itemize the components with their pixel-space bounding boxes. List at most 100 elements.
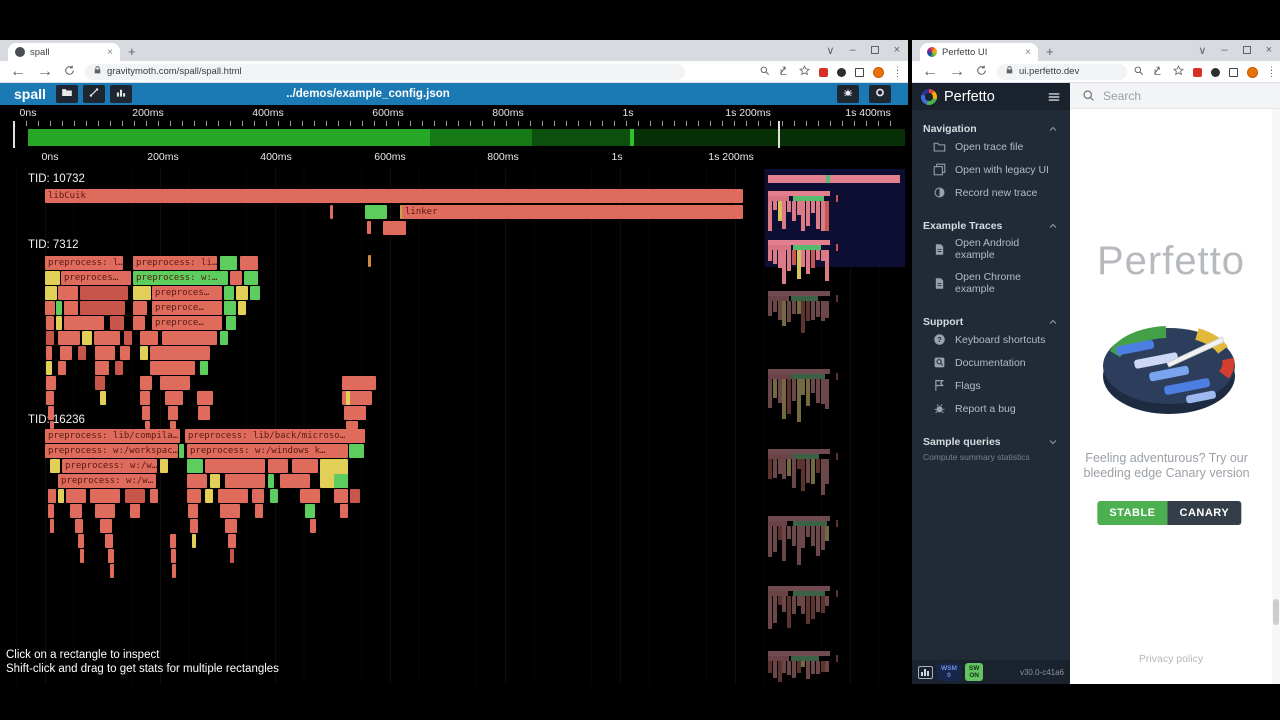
sidebar-item-open-chrome-example[interactable]: Open Chrome example — [923, 266, 1059, 300]
flame-bar[interactable] — [228, 534, 236, 548]
section-header[interactable]: Example Traces — [923, 220, 1059, 232]
flame-bar[interactable] — [124, 331, 132, 345]
flame-bar[interactable] — [344, 406, 366, 420]
maximize-icon[interactable] — [871, 46, 879, 54]
timeline-ruler-zoomed[interactable]: 0ns200ms400ms600ms800ms1s1s 200ms — [0, 151, 908, 165]
flame-bar[interactable] — [197, 391, 213, 405]
flame-bar[interactable] — [346, 391, 350, 405]
forward-icon[interactable]: → — [949, 63, 965, 81]
flame-bar[interactable] — [187, 489, 201, 503]
flame-bar[interactable] — [268, 474, 274, 488]
flame-bar[interactable] — [64, 316, 104, 330]
flame-bar[interactable] — [100, 391, 106, 405]
flame-bar[interactable] — [50, 421, 54, 429]
flame-bar[interactable] — [162, 331, 217, 345]
flame-bar[interactable] — [46, 361, 52, 375]
close-icon[interactable]: × — [1266, 44, 1272, 56]
flame-bar[interactable] — [330, 205, 333, 219]
flame-bar[interactable] — [140, 331, 158, 345]
sidebar-item-open-with-legacy-ui[interactable]: Open with legacy UI — [923, 158, 1059, 181]
flame-bar-preprocess-lib-compila[interactable]: preprocess: lib/compila… — [45, 429, 180, 443]
sidebar-item-flags[interactable]: Flags — [923, 374, 1059, 397]
flame-bar-preprocess-w-w[interactable]: preprocess: w:/w… — [58, 474, 156, 488]
flame-bar[interactable] — [218, 489, 248, 503]
flame-bar[interactable] — [205, 489, 213, 503]
sidebar-item-documentation[interactable]: Documentation — [923, 351, 1059, 374]
sidebar-item-report-a-bug[interactable]: Report a bug — [923, 397, 1059, 420]
new-tab-button[interactable]: + — [128, 44, 136, 59]
forward-icon[interactable]: → — [37, 63, 53, 81]
flame-bar[interactable] — [95, 376, 105, 390]
privacy-policy-link[interactable]: Privacy policy — [1070, 653, 1272, 665]
flame-bar[interactable] — [240, 256, 258, 270]
measure-tool-button[interactable] — [83, 85, 105, 103]
flame-bar[interactable] — [125, 489, 145, 503]
search-bar[interactable] — [1070, 83, 1280, 109]
flame-bar[interactable] — [342, 376, 376, 390]
flame-bar[interactable] — [95, 361, 109, 375]
flame-bar[interactable] — [82, 331, 92, 345]
flame-bar[interactable] — [349, 444, 364, 458]
minimap-thumb[interactable] — [768, 240, 838, 287]
reload-icon[interactable] — [64, 63, 75, 81]
flame-bar[interactable] — [165, 391, 183, 405]
flame-bar-preproces[interactable]: preproces… — [61, 271, 131, 285]
bookmark-star-icon[interactable] — [1173, 63, 1184, 81]
section-header[interactable]: Sample queries — [923, 436, 1059, 448]
flame-bar[interactable] — [255, 504, 263, 518]
flame-bar[interactable] — [46, 376, 56, 390]
flame-bar[interactable] — [160, 376, 190, 390]
flame-bar[interactable] — [150, 346, 210, 360]
flame-bar[interactable] — [188, 504, 198, 518]
tab-close-icon[interactable]: × — [107, 47, 113, 58]
flame-bar[interactable] — [140, 376, 152, 390]
flame-bar[interactable] — [224, 286, 234, 300]
flame-bar[interactable] — [94, 331, 120, 345]
minimap-thumb[interactable] — [768, 191, 838, 238]
sidebar-item-keyboard-shortcuts[interactable]: ?Keyboard shortcuts — [923, 328, 1059, 351]
reload-icon[interactable] — [976, 63, 987, 81]
open-file-button[interactable] — [56, 85, 78, 103]
flame-bar[interactable] — [58, 489, 64, 503]
flame-bar-preproce[interactable]: preproce… — [152, 301, 222, 315]
restore-down-icon[interactable]: ∨ — [826, 44, 834, 57]
flame-bar[interactable] — [300, 489, 320, 503]
share-icon[interactable] — [779, 63, 790, 81]
flame-bar[interactable] — [192, 534, 196, 548]
flame-bar[interactable] — [80, 286, 128, 300]
flame-bar[interactable] — [46, 346, 52, 360]
menu-kebab-icon[interactable]: ⋮⋮ — [893, 69, 902, 75]
search-input[interactable] — [1103, 89, 1243, 103]
flame-bar[interactable] — [45, 301, 55, 315]
restore-down-icon[interactable]: ∨ — [1198, 44, 1206, 57]
flame-bar-preproce[interactable]: preproce… — [152, 316, 222, 330]
flame-bar[interactable] — [236, 286, 248, 300]
minimize-icon[interactable]: – — [1221, 44, 1227, 56]
minimap-thumb-bar[interactable] — [768, 175, 900, 183]
flame-bar[interactable] — [198, 406, 210, 420]
flame-bar[interactable] — [368, 255, 371, 267]
flame-bar[interactable] — [220, 331, 228, 345]
flame-bar[interactable] — [224, 301, 236, 315]
flame-bar[interactable] — [120, 346, 130, 360]
flame-bar[interactable] — [45, 286, 57, 300]
flame-bar[interactable] — [115, 361, 123, 375]
flame-bar[interactable] — [130, 504, 140, 518]
flame-bar[interactable] — [252, 489, 264, 503]
new-tab-button[interactable]: + — [1046, 44, 1054, 59]
menu-kebab-icon[interactable]: ⋮⋮ — [1267, 69, 1276, 75]
maximize-icon[interactable] — [1243, 46, 1251, 54]
timeline-minimap[interactable] — [0, 129, 908, 146]
share-icon[interactable] — [1153, 63, 1164, 81]
flame-bar[interactable] — [160, 459, 168, 473]
flame-bar[interactable] — [238, 301, 246, 315]
flame-bar[interactable] — [50, 459, 60, 473]
flame-bar[interactable] — [50, 519, 54, 533]
flame-bar[interactable] — [244, 271, 258, 285]
settings-button[interactable] — [869, 85, 891, 103]
tab-close-icon[interactable]: × — [1025, 47, 1031, 58]
canary-button[interactable]: CANARY — [1168, 501, 1242, 525]
flame-bar[interactable] — [150, 361, 195, 375]
flame-bar[interactable] — [305, 504, 315, 518]
flame-bar[interactable] — [190, 519, 198, 533]
